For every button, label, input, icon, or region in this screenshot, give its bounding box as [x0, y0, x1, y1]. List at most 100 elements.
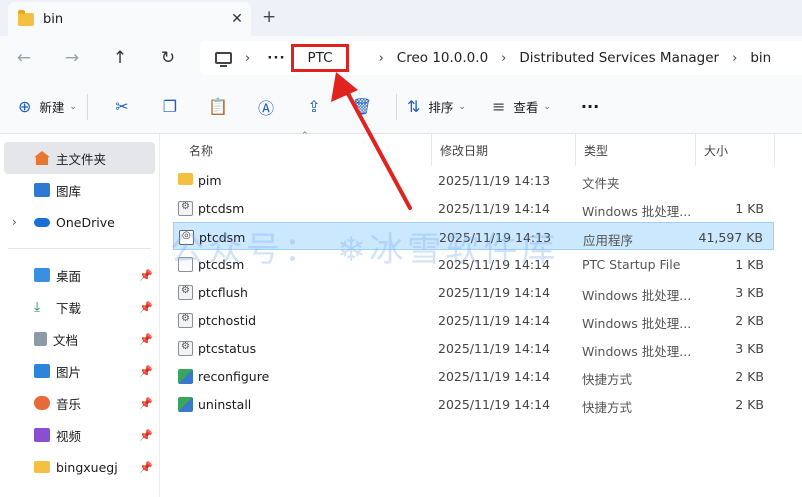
pictures-icon: [34, 364, 50, 378]
folder-icon: [178, 173, 193, 185]
file-type: Windows 批处理...: [582, 288, 692, 303]
navigation-bar: ← → ↑ ↻ › ··· › Creo 10.0.0.0 › Distribu…: [0, 36, 802, 80]
divider: [395, 93, 397, 120]
file-row[interactable]: uninstall 2025/11/19 14:14 快捷方式 2 KB: [173, 390, 774, 418]
column-header-date[interactable]: 修改日期: [431, 134, 488, 166]
pin-icon[interactable]: 📌: [139, 365, 153, 378]
file-size: 1 KB: [735, 201, 764, 216]
copy-icon[interactable]: ❐: [146, 97, 194, 116]
batch-file-icon: [178, 285, 193, 300]
batch-file-icon: [178, 313, 193, 328]
rename-icon[interactable]: Ⓐ: [242, 95, 290, 119]
file-size: 3 KB: [735, 285, 764, 300]
sidebar-item-music[interactable]: 音乐 📌: [0, 387, 159, 419]
chevron-right-icon[interactable]: ›: [501, 51, 506, 66]
file-row[interactable]: ptcdsm 2025/11/19 14:14 PTC Startup File 1 …: [173, 250, 774, 278]
file-name: ptcdsm: [198, 201, 245, 216]
pin-icon[interactable]: 📌: [139, 269, 153, 282]
column-header-name[interactable]: 名称: [181, 134, 213, 166]
sidebar-item-gallery[interactable]: 图库: [0, 174, 159, 206]
breadcrumb-item[interactable]: Distributed Services Manager: [519, 50, 719, 66]
sidebar-label: 音乐: [56, 396, 82, 412]
pin-icon[interactable]: 📌: [139, 397, 153, 410]
forward-button[interactable]: →: [48, 48, 96, 68]
cut-icon[interactable]: ✂: [98, 97, 146, 116]
file-type: Windows 批处理...: [582, 204, 692, 219]
up-button[interactable]: ↑: [96, 48, 144, 68]
title-bar: bin ✕ +: [0, 0, 802, 36]
sidebar-label: 图片: [56, 364, 82, 380]
navigation-pane: 主文件夹 图库 › OneDrive 桌面 📌 ⤓ 下载 📌 文档 📌 图片 📌…: [0, 134, 160, 497]
home-icon: [34, 151, 50, 165]
file-rows: pim 2025/11/19 14:13 文件夹 ptcdsm 2025/11/19 1…: [161, 166, 802, 418]
divider: [86, 93, 88, 120]
file-date: 2025/11/19 14:14: [438, 369, 551, 384]
sidebar-item-videos[interactable]: 视频 📌: [0, 419, 159, 451]
folder-icon: [34, 461, 50, 473]
file-row[interactable]: ptcdsm 2025/11/19 14:14 Windows 批处理... 1 KB: [173, 194, 774, 222]
breadcrumb-item[interactable]: bin: [750, 50, 771, 66]
sidebar-item-bingxuegj[interactable]: bingxuegj 📌: [0, 451, 159, 483]
file-row[interactable]: ptcstatus 2025/11/19 14:14 Windows 批处理... 3…: [173, 334, 774, 362]
breadcrumb-overflow-button[interactable]: ···: [267, 50, 285, 66]
file-icon: [178, 257, 193, 272]
share-icon[interactable]: ⇪: [290, 97, 338, 116]
close-tab-icon[interactable]: ✕: [223, 11, 251, 27]
file-row[interactable]: ptcdsm 2025/11/19 14:13 应用程序 41,597 KB: [173, 222, 774, 250]
chevron-right-icon[interactable]: ›: [245, 51, 250, 66]
new-button[interactable]: ⊕ 新建 ⌄: [18, 97, 77, 116]
desktop-icon: [34, 268, 50, 282]
breadcrumb-item[interactable]: Creo 10.0.0.0: [397, 50, 488, 66]
file-type: 快捷方式: [582, 400, 633, 415]
sidebar-item-home[interactable]: 主文件夹: [4, 142, 155, 174]
sort-button[interactable]: ⇅ 排序 ⌄: [407, 97, 466, 116]
tab-bin[interactable]: bin ✕: [8, 2, 251, 36]
column-header-type[interactable]: 类型: [575, 134, 608, 166]
pin-icon[interactable]: 📌: [139, 333, 153, 346]
file-name: ptchostid: [198, 313, 257, 328]
this-pc-icon[interactable]: [215, 52, 232, 67]
sort-up-icon: ⌃: [301, 131, 309, 141]
sidebar-item-desktop[interactable]: 桌面 📌: [0, 259, 159, 291]
file-date: 2025/11/19 14:13: [439, 230, 552, 245]
download-icon: ⤓: [34, 299, 41, 315]
file-name: ptcdsm: [199, 230, 246, 245]
delete-icon[interactable]: 🗑: [338, 97, 386, 116]
pin-icon[interactable]: 📌: [139, 301, 153, 314]
application-icon: [179, 230, 194, 245]
file-row[interactable]: ptchostid 2025/11/19 14:14 Windows 批处理... 2…: [173, 306, 774, 334]
file-name: reconfigure: [198, 369, 270, 384]
highlighted-breadcrumb-ptc[interactable]: PTC: [291, 44, 349, 72]
file-size: 2 KB: [735, 369, 764, 384]
file-date: 2025/11/19 14:14: [438, 397, 551, 412]
file-row[interactable]: ptcflush 2025/11/19 14:14 Windows 批处理... 3 …: [173, 278, 774, 306]
music-icon: [34, 396, 50, 410]
refresh-button[interactable]: ↻: [144, 48, 192, 68]
back-button[interactable]: ←: [0, 48, 48, 68]
see-more-button[interactable]: ···: [581, 97, 599, 116]
sidebar-item-pictures[interactable]: 图片 📌: [0, 355, 159, 387]
file-row[interactable]: reconfigure 2025/11/19 14:14 快捷方式 2 KB: [173, 362, 774, 390]
chevron-right-icon[interactable]: ›: [379, 51, 384, 66]
chevron-right-icon[interactable]: ›: [732, 51, 737, 66]
sidebar-item-documents[interactable]: 文档 📌: [0, 323, 159, 355]
chevron-down-icon: ⌄: [543, 101, 551, 112]
new-label: 新建: [39, 100, 65, 115]
file-type: 文件夹: [582, 176, 620, 191]
view-button[interactable]: ≡ 查看 ⌄: [492, 97, 551, 116]
address-bar[interactable]: › ··· › Creo 10.0.0.0 › Distributed Serv…: [200, 41, 802, 75]
chevron-right-icon[interactable]: ›: [12, 215, 17, 229]
column-header-size[interactable]: 大小: [695, 134, 775, 166]
file-type: 应用程序: [583, 233, 634, 248]
breadcrumb-item[interactable]: PTC: [307, 50, 332, 66]
pin-icon[interactable]: 📌: [139, 461, 153, 474]
file-row[interactable]: pim 2025/11/19 14:13 文件夹: [173, 166, 774, 194]
file-type: 快捷方式: [582, 372, 633, 387]
sidebar-item-downloads[interactable]: ⤓ 下载 📌: [0, 291, 159, 323]
pin-icon[interactable]: 📌: [139, 429, 153, 442]
file-name: ptcstatus: [198, 341, 257, 356]
tab-title: bin: [43, 11, 64, 27]
file-date: 2025/11/19 14:13: [438, 173, 551, 188]
new-tab-button[interactable]: +: [262, 7, 276, 27]
sidebar-item-onedrive[interactable]: › OneDrive: [0, 206, 159, 238]
